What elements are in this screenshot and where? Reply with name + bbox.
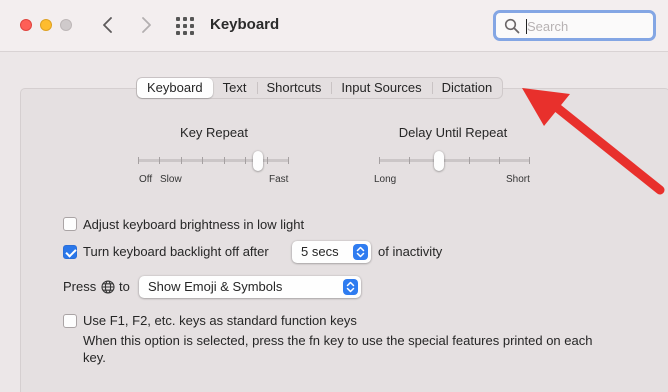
slider-knob[interactable] — [253, 151, 263, 171]
slider-tick — [379, 157, 380, 164]
globe-icon — [101, 280, 115, 294]
key-repeat-off-label: Off — [139, 174, 153, 185]
chevron-left-icon — [103, 17, 112, 33]
slider-tick — [138, 157, 139, 164]
delay-long-label: Long — [374, 174, 397, 185]
popup-stepper-icon — [343, 279, 358, 295]
popup-stepper-icon — [353, 244, 368, 260]
slider-tick — [288, 157, 289, 164]
search-icon — [504, 18, 520, 34]
tab-input-sources[interactable]: Input Sources — [331, 78, 431, 98]
slider-knob[interactable] — [434, 151, 444, 171]
forward-button[interactable] — [133, 12, 159, 38]
back-button[interactable] — [95, 12, 121, 38]
slider-tick — [245, 157, 246, 164]
toolbar: Keyboard — [0, 0, 668, 52]
window-title: Keyboard — [210, 16, 280, 33]
tab-dictation[interactable]: Dictation — [431, 78, 503, 98]
slider-tick — [409, 157, 410, 164]
backlight-timeout-value: 5 secs — [301, 244, 339, 259]
search-field[interactable] — [493, 10, 656, 41]
brightness-label: Adjust keyboard brightness in low light — [83, 217, 305, 232]
slider-tick — [202, 157, 203, 164]
press-label: Press — [63, 279, 97, 294]
zoom-window-button[interactable] — [60, 19, 72, 31]
function-keys-help-text: When this option is selected, press the … — [83, 333, 593, 365]
slider-tick — [469, 157, 470, 164]
globe-key-action-value: Show Emoji & Symbols — [148, 279, 283, 294]
show-all-grid-icon[interactable] — [175, 16, 195, 36]
backlight-label: Turn keyboard backlight off after — [83, 244, 269, 259]
tab-shortcuts[interactable]: Shortcuts — [256, 78, 332, 98]
function-keys-checkbox[interactable] — [63, 314, 77, 328]
slider-tick — [181, 157, 182, 164]
key-repeat-slow-label: Slow — [160, 174, 182, 185]
brightness-checkbox[interactable] — [63, 217, 77, 231]
close-window-button[interactable] — [20, 19, 32, 31]
chevron-right-icon — [142, 17, 151, 33]
press-to-label: to — [119, 279, 130, 294]
key-repeat-label: Key Repeat — [180, 125, 248, 140]
annotation-arrow-icon — [522, 88, 665, 195]
key-repeat-fast-label: Fast — [269, 174, 289, 185]
tab-keyboard[interactable]: Keyboard — [137, 78, 213, 98]
tab-text[interactable]: Text — [213, 78, 257, 98]
backlight-suffix: of inactivity — [378, 244, 443, 259]
key-repeat-slider[interactable] — [138, 150, 289, 172]
function-keys-label: Use F1, F2, etc. keys as standard functi… — [83, 313, 357, 328]
slider-tick — [224, 157, 225, 164]
globe-key-action-popup[interactable]: Show Emoji & Symbols — [139, 276, 361, 298]
slider-tick — [267, 157, 268, 164]
backlight-checkbox[interactable] — [63, 245, 77, 259]
backlight-timeout-popup[interactable]: 5 secs — [292, 241, 371, 263]
tab-bar: Keyboard Text Shortcuts Input Sources Di… — [136, 77, 504, 99]
slider-tick — [159, 157, 160, 164]
search-input[interactable] — [527, 16, 647, 36]
minimize-window-button[interactable] — [40, 19, 52, 31]
